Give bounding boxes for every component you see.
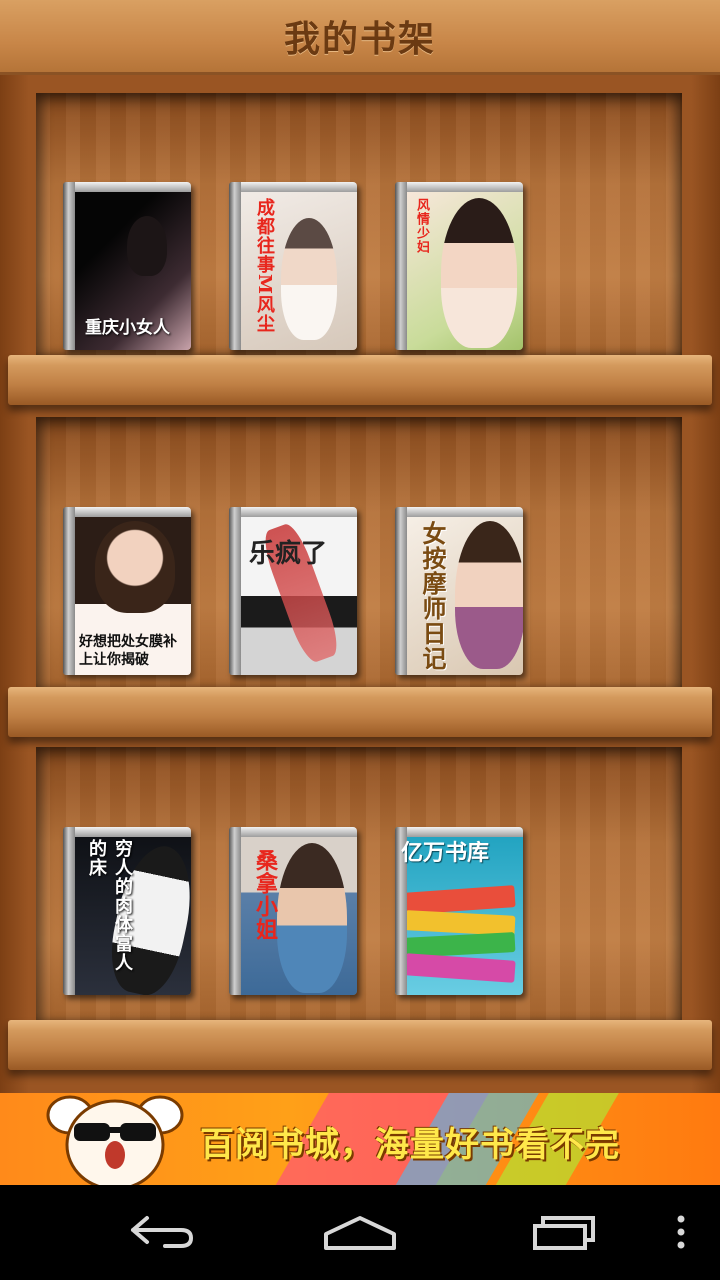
mascot-icon [46, 1095, 184, 1185]
figure-portrait [455, 521, 523, 669]
book-title: 重庆小女人 [85, 318, 170, 338]
system-nav-bar [0, 1185, 720, 1280]
book-cover[interactable]: 成都往事M风尘 [229, 182, 357, 350]
figure-portrait [95, 521, 175, 613]
back-button[interactable] [120, 1207, 200, 1257]
book-cover[interactable]: 桑拿小姐 [229, 827, 357, 995]
bookshelf: 重庆小女人 成都往事M风尘 风情少妇 好想把处女膜补上让你揭破 乐疯了 女按摩师… [0, 75, 720, 1093]
home-icon [324, 1216, 396, 1250]
ad-banner[interactable]: 百阅书城，海量好书看不完 [0, 1093, 720, 1185]
figure-portrait [277, 843, 347, 993]
book-title: 好想把处女膜补上让你揭破 [79, 634, 177, 668]
shelf-plank-1 [8, 355, 712, 405]
shelf-plank-2 [8, 687, 712, 737]
book-cover[interactable]: 重庆小女人 [63, 182, 191, 350]
book-title: 风情少妇 [414, 198, 429, 254]
book-title: 乐疯了 [249, 539, 328, 569]
page-title: 我的书架 [283, 19, 436, 60]
book-title: 亿万书库 [401, 841, 490, 866]
figure-silhouette [127, 216, 167, 276]
book-title: 桑拿小姐 [252, 849, 278, 941]
figure-portrait [441, 198, 517, 348]
back-arrow-icon [131, 1216, 194, 1248]
book-cover[interactable]: 穷人的肉体富人的床 [63, 827, 191, 995]
figure-portrait [281, 218, 337, 340]
recents-icon [533, 1216, 595, 1250]
ad-slogan: 百阅书城，海量好书看不完 [200, 1125, 620, 1165]
book-title: 穷人的肉体富人的床 [86, 839, 133, 972]
stacked-book-pink [404, 953, 516, 983]
book-title: 成都往事M风尘 [254, 198, 275, 333]
overflow-menu-icon [677, 1215, 685, 1249]
book-title: 女按摩师日记 [418, 521, 447, 671]
home-button[interactable] [320, 1207, 400, 1257]
recents-button[interactable] [524, 1207, 604, 1257]
book-cover[interactable]: 亿万书库 [395, 827, 523, 995]
shelf-plank-3 [8, 1020, 712, 1070]
book-cover[interactable]: 女按摩师日记 [395, 507, 523, 675]
overflow-menu-button[interactable] [666, 1207, 696, 1257]
app-header: 我的书架 [0, 0, 720, 75]
book-cover[interactable]: 好想把处女膜补上让你揭破 [63, 507, 191, 675]
book-cover[interactable]: 乐疯了 [229, 507, 357, 675]
book-cover[interactable]: 风情少妇 [395, 182, 523, 350]
